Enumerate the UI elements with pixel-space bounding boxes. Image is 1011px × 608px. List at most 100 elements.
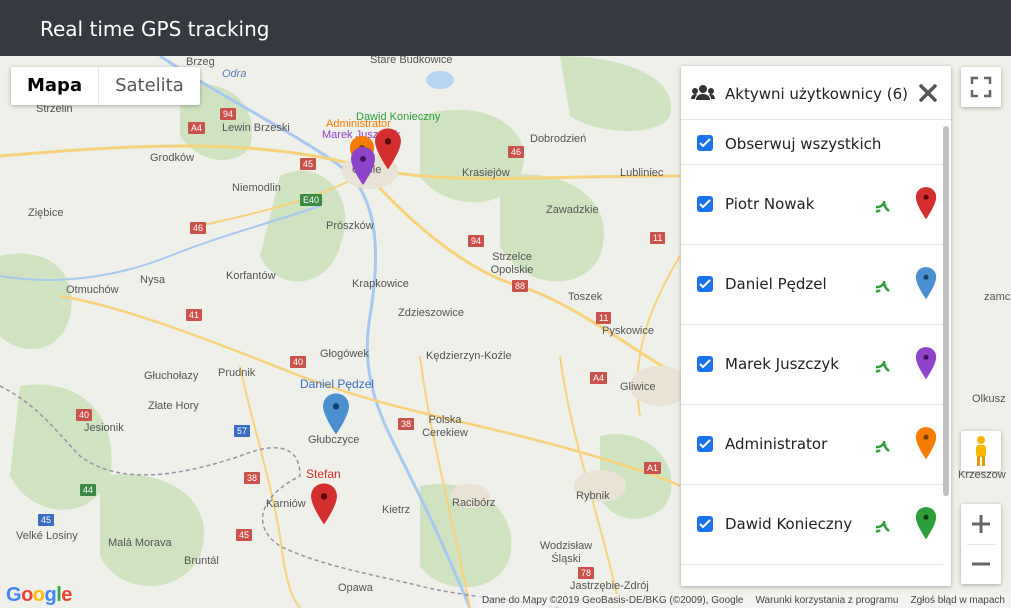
map-label: Olkusz [972,393,1006,405]
user-name: Administrator [725,435,828,453]
signal-icon [875,360,890,373]
map-label: Rybnik [576,490,610,502]
minus-icon [972,562,990,566]
user-row[interactable]: Piotr Nowak [681,165,943,245]
map-label: Prudnik [218,367,256,379]
panel-scrollbar[interactable] [943,126,949,496]
map-label: Jesionik [84,422,124,434]
user-pin-icon[interactable] [915,427,937,461]
map-label: Zdzieszowice [398,307,465,319]
plus-icon [972,515,990,533]
map-label: Nysa [140,274,166,286]
signal-icon [875,280,890,293]
user-row[interactable]: Administrator [681,405,943,485]
check-icon [699,199,711,209]
map-pin-icon[interactable] [322,393,350,437]
map-label: Krasiejów [462,167,510,179]
map-type-control: Mapa Satelita [11,67,200,105]
app-header: Real time GPS tracking [0,0,1011,56]
map-label: Lubliniec [620,167,664,179]
map-pin-icon[interactable] [374,128,402,172]
check-icon [699,138,711,148]
map-label: Zawadzkie [546,204,599,216]
observe-all-label: Obserwuj wszystkich [725,135,882,153]
user-name: Marek Juszczyk [725,355,839,373]
observe-all-checkbox[interactable] [697,135,713,151]
user-pin-icon[interactable] [915,267,937,301]
map-label: Kędzierzyn-Koźle [426,350,512,362]
active-users-panel: Aktywni użytkownicy (6) Obserwuj wszystk… [681,66,951,586]
map-label: Strzelce Opolskie [490,251,534,276]
map-type-map-button[interactable]: Mapa [11,67,98,105]
map-label: Toszek [568,291,603,303]
close-icon[interactable] [917,82,939,104]
user-checkbox[interactable] [697,516,713,532]
map-pin-icon[interactable] [310,483,338,527]
map-label: Korfantów [226,270,276,282]
check-icon [699,359,711,369]
user-row[interactable]: Marek Juszczyk [681,325,943,405]
user-checkbox[interactable] [697,436,713,452]
marker-label: Daniel Pędzel [300,377,375,391]
map-label: Karniów [266,498,306,510]
map-label: Pyskowice [602,325,654,337]
check-icon [699,519,711,529]
panel-header: Aktywni użytkownicy (6) [681,66,951,120]
panel-title: Aktywni użytkownicy (6) [725,85,908,103]
fullscreen-icon [970,76,992,98]
zoom-out-button[interactable] [961,544,1001,584]
pegman-icon [976,436,986,466]
user-pin-icon[interactable] [915,507,937,541]
signal-icon [875,520,890,533]
user-name: Daniel Pędzel [725,275,827,293]
users-icon [691,85,715,100]
map-pin-icon[interactable] [350,146,376,188]
map-label: Velké Losiny [16,530,78,542]
fullscreen-button[interactable] [961,67,1001,107]
marker-label: Stefan [306,467,341,481]
user-checkbox[interactable] [697,276,713,292]
map-label: Dobrodzień [530,133,587,145]
map-type-satellite-button[interactable]: Satelita [98,67,200,105]
user-checkbox[interactable] [697,356,713,372]
user-row[interactable]: Dawid Konieczny [681,485,943,565]
app-title: Real time GPS tracking [40,17,270,41]
zoom-in-button[interactable] [961,504,1001,544]
map-label: Opawa [338,582,373,594]
map-label: Polska Cerekiew [422,414,468,439]
map-label: Odra [222,68,247,80]
zoom-control [961,504,1001,584]
observe-all-row[interactable]: Obserwuj wszystkich [681,121,943,165]
map-label: Kietrz [382,504,411,516]
map-label: Jastrzębie-Zdrój [570,580,649,592]
user-pin-icon[interactable] [915,347,937,381]
map-label: Krapkowice [352,278,409,290]
map-label: Gliwice [620,381,656,393]
user-row[interactable]: Daniel Pędzel [681,245,943,325]
signal-icon [875,200,890,213]
user-name: Dawid Konieczny [725,515,853,533]
map-label: Stare Budkowice [370,56,453,66]
report-error-link[interactable]: Zgłoś błąd w mapach [911,594,1006,608]
map-label: Wodzisław Śląski [539,540,593,565]
map-label: Lewin Brzeski [222,122,290,134]
map-attribution: Dane do Mapy ©2019 GeoBasis-DE/BKG (©200… [475,594,1011,608]
map-label: Malá Morava [108,537,172,549]
map-label: Ziębice [28,207,64,219]
attribution-data: Dane do Mapy ©2019 GeoBasis-DE/BKG (©200… [481,595,744,606]
check-icon [699,279,711,289]
user-pin-icon[interactable] [915,187,937,221]
map-label: zamcze [984,291,1011,303]
map-label: Grodków [150,152,195,164]
map-label: Złate Hory [148,400,199,412]
map-label: Prószków [326,220,374,232]
signal-icon [875,440,890,453]
map-canvas[interactable]: Brzeg Odra Stare Budkowice Strzelin Lewi… [0,56,1011,608]
user-checkbox[interactable] [697,196,713,212]
map-label: Głuchołazy [144,370,199,382]
map-label: Niemodlin [232,182,281,194]
terms-link[interactable]: Warunki korzystania z programu [755,594,898,608]
google-logo[interactable]: Google [6,584,72,607]
street-view-button[interactable] [961,431,1001,471]
map-label: Głogówek [320,348,369,360]
